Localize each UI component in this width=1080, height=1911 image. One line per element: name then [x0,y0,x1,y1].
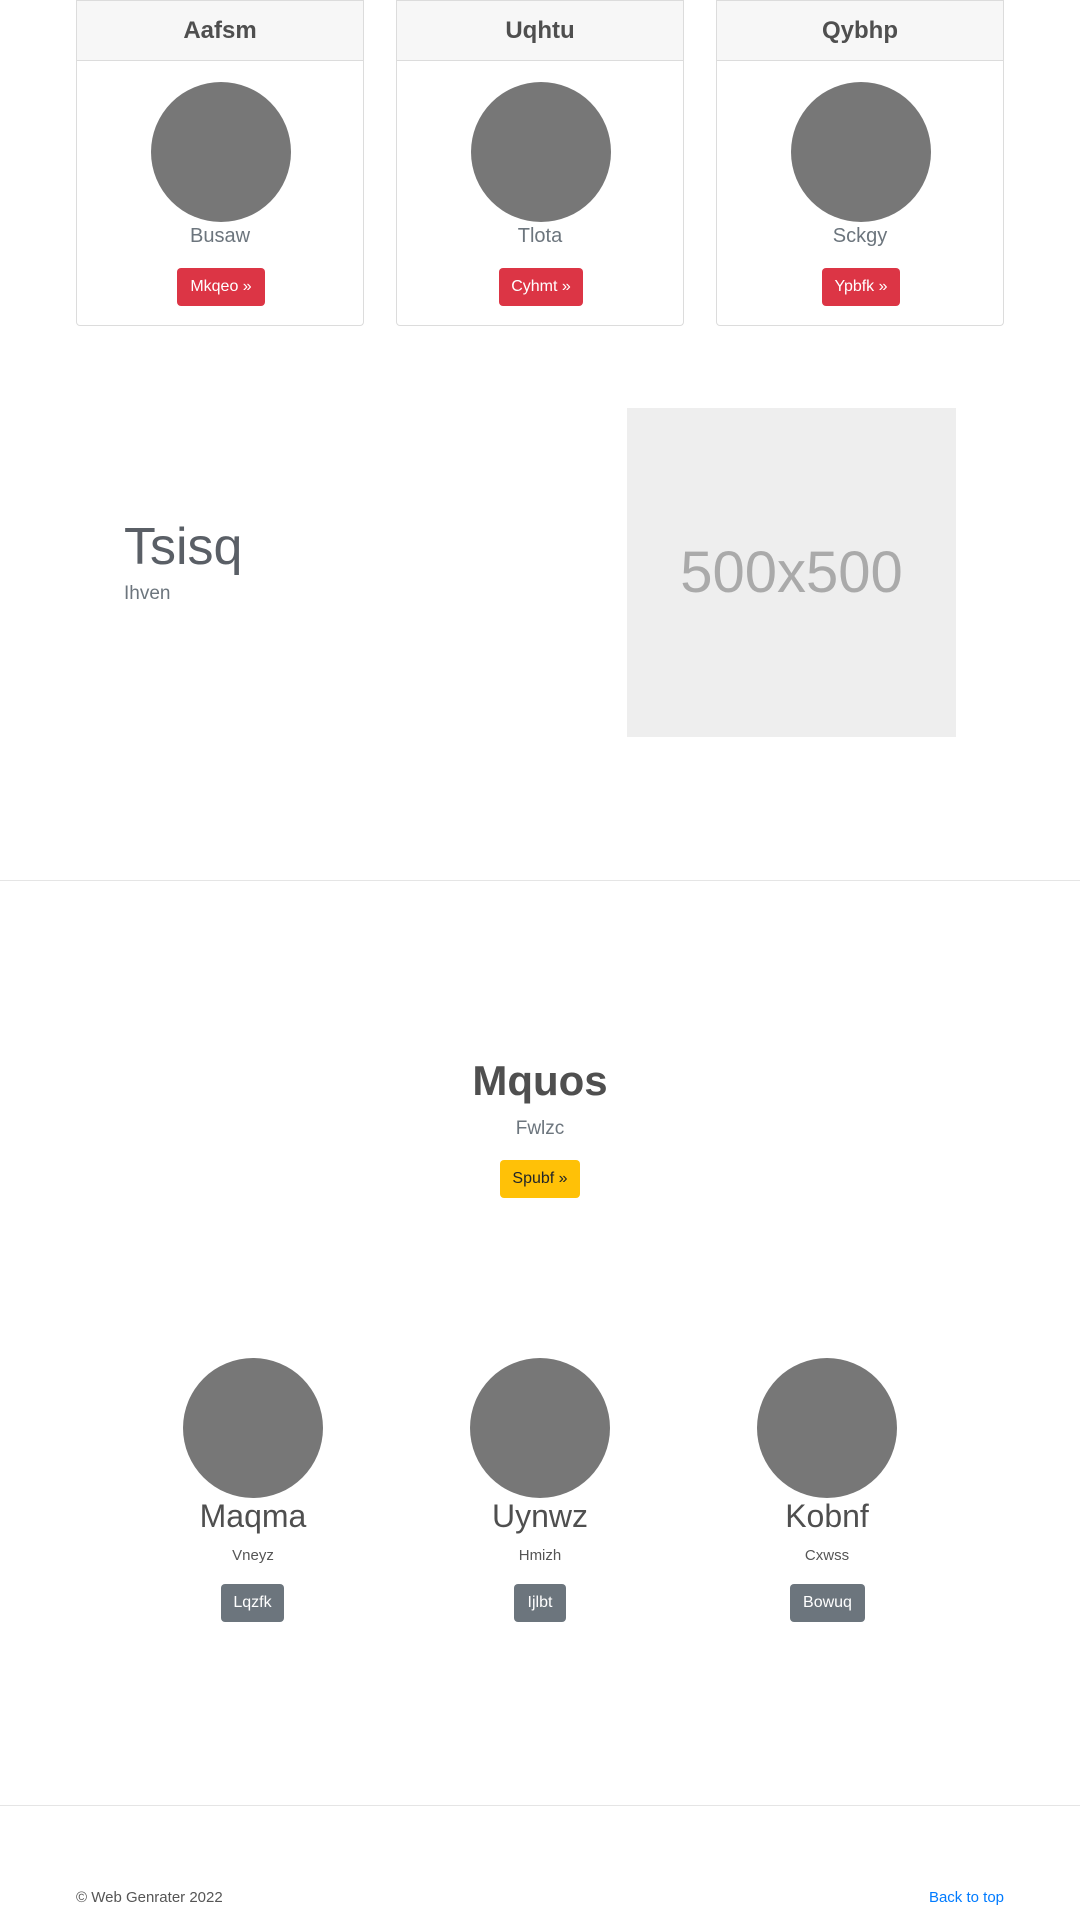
card-image-placeholder [471,82,611,222]
footer-divider [0,1805,1080,1806]
jumbotron-heading: Mquos [472,1057,608,1104]
card-aafsm: Aafsm Busaw Mkqeo » [76,0,364,326]
card-button-cyhmt[interactable]: Cyhmt » [499,268,583,306]
footer-copyright: © Web Genrater 2022 [76,1889,223,1906]
card-button-mkqeo[interactable]: Mkqeo » [177,268,265,306]
card-title: Uqhtu [397,0,683,61]
column-image-placeholder [757,1358,897,1498]
card-qybhp: Qybhp Sckgy Ypbfk » [716,0,1004,326]
card-image-placeholder [151,82,291,222]
column-heading: Maqma [199,1498,307,1534]
column-button-ijlbt[interactable]: Ijlbt [514,1584,566,1622]
feature-heading: Tsisq [124,518,243,576]
column-image-placeholder [183,1358,323,1498]
column-text: Vneyz [232,1547,274,1564]
column-button-bowuq[interactable]: Bowuq [790,1584,865,1622]
column-heading: Uynwz [491,1498,588,1534]
column-text: Hmizh [518,1547,562,1564]
card-title: Aafsm [77,0,363,61]
back-to-top-link[interactable]: Back to top [929,1889,1004,1906]
feature-image-placeholder: 500x500 [627,408,956,737]
card-title: Qybhp [717,0,1003,61]
jumbotron-subheading: Fwlzc [515,1118,565,1139]
section-divider [0,880,1080,881]
card-uqhtu: Uqhtu Tlota Cyhmt » [396,0,684,326]
card-subtitle: Tlota [517,225,563,247]
card-image-placeholder [791,82,931,222]
column-image-placeholder [470,1358,610,1498]
placeholder-label: 500x500 [680,540,903,605]
feature-subheading: Ihven [124,583,171,604]
column-heading: Kobnf [785,1498,869,1534]
jumbotron-button[interactable]: Spubf » [500,1160,580,1198]
column-button-lqzfk[interactable]: Lqzfk [221,1584,284,1622]
card-subtitle: Busaw [189,225,251,247]
card-button-ypbfk[interactable]: Ypbfk » [822,268,900,306]
card-subtitle: Sckgy [832,225,888,247]
column-text: Cxwss [804,1547,850,1564]
